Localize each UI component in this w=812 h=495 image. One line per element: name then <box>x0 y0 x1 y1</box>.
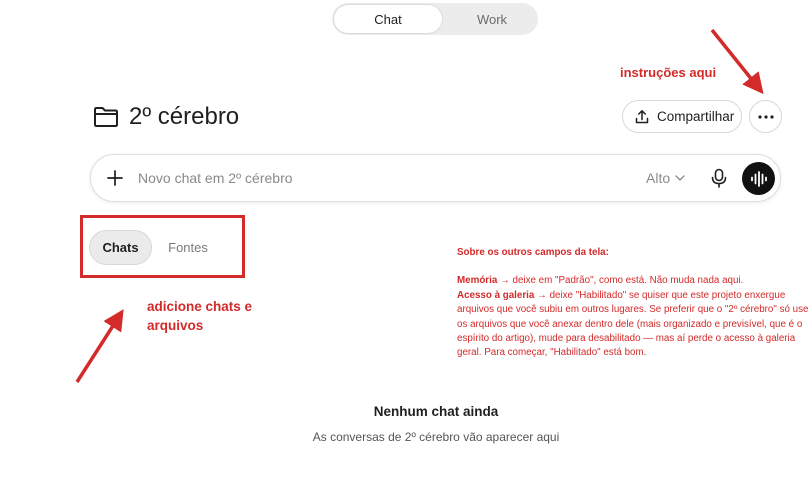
voice-waveform-icon <box>750 170 767 187</box>
plus-icon[interactable] <box>106 169 124 187</box>
more-options-button[interactable] <box>749 100 782 133</box>
notes-memoria-text: deixe em "Padrão", como está. Não muda n… <box>509 275 744 287</box>
notes-galeria: Acesso à galeria → deixe "Habilitado" se… <box>457 289 809 361</box>
ellipsis-icon <box>757 114 774 119</box>
mode-work-button[interactable]: Work <box>448 5 536 33</box>
page-title: 2º cérebro <box>129 103 240 130</box>
annotation-notes: Sobre os outros campos da tela: Memória … <box>457 246 809 361</box>
annotation-instrucoes: instruções aqui <box>620 65 717 80</box>
voice-mode-button[interactable] <box>742 162 775 195</box>
notes-memoria-label: Memória → <box>457 275 510 287</box>
annotation-highlight-box <box>80 215 245 278</box>
mode-toggle: Chat Work <box>332 3 538 35</box>
share-button-label: Compartilhar <box>657 109 735 124</box>
upload-icon <box>635 109 649 123</box>
model-select[interactable]: Alto <box>646 170 685 186</box>
annotation-arrow-more <box>710 28 764 95</box>
folder-icon <box>94 107 118 127</box>
annotation-arrow-tabs <box>75 309 124 383</box>
microphone-icon[interactable] <box>710 168 728 188</box>
notes-heading: Sobre os outros campos da tela: <box>457 247 609 258</box>
chat-input-placeholder[interactable]: Novo chat em 2º cérebro <box>138 170 293 186</box>
mode-chat-button[interactable]: Chat <box>334 5 442 33</box>
empty-state-subtitle: As conversas de 2º cérebro vão aparecer … <box>312 430 560 444</box>
share-button[interactable]: Compartilhar <box>622 100 742 133</box>
new-chat-input[interactable]: Novo chat em 2º cérebro Alto <box>90 154 781 202</box>
chevron-down-icon <box>675 175 685 181</box>
model-select-label: Alto <box>646 170 671 186</box>
annotation-adicione: adicione chats e arquivos <box>147 299 253 333</box>
notes-galeria-label: Acesso à galeria → <box>457 289 547 301</box>
empty-state-title: Nenhum chat ainda <box>373 404 499 419</box>
notes-memoria: Memória → deixe em "Padrão", como está. … <box>457 274 809 288</box>
